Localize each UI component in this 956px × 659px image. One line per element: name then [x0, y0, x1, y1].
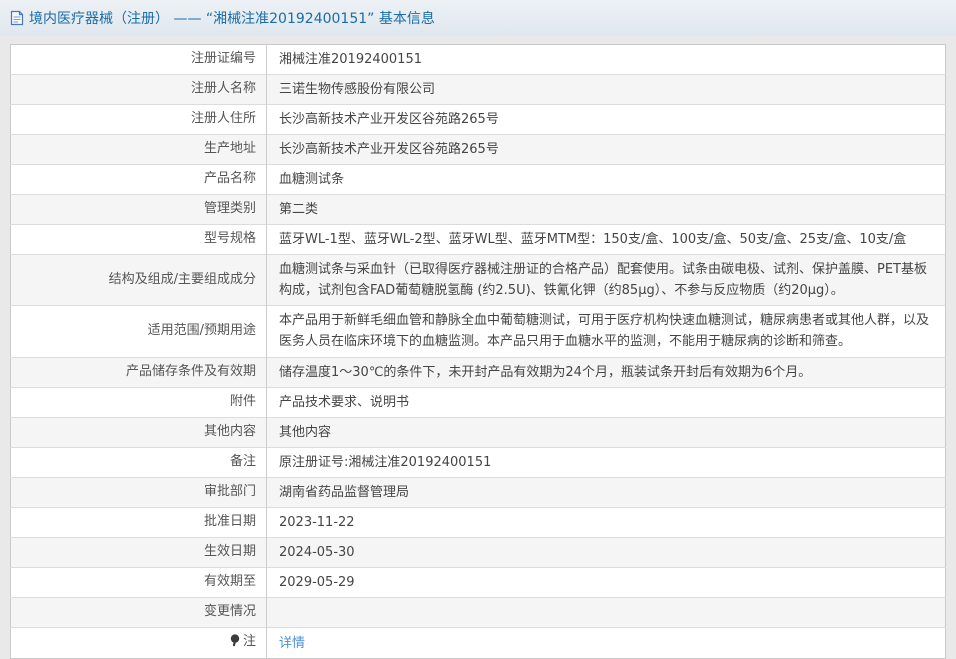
row-label: 结构及组成/主要组成成分	[108, 271, 256, 287]
table-row: 管理类别 第二类	[10, 194, 946, 225]
page-header: 境内医疗器械（注册） —— “湘械注准20192400151” 基本信息	[0, 0, 956, 36]
row-value: 其他内容	[279, 424, 332, 440]
row-value: 长沙高新技术产业开发区谷苑路265号	[279, 142, 499, 158]
row-value: 2024-05-30	[279, 544, 355, 560]
row-label: 注册证编号	[190, 51, 256, 67]
table-row: 变更情况	[10, 597, 946, 628]
row-value: 血糖测试条与采血针（已取得医疗器械注册证的合格产品）配套使用。试条由碳电极、试剂…	[279, 262, 927, 299]
row-label: 备注	[229, 453, 256, 469]
row-value: 三诺生物传感股份有限公司	[279, 82, 436, 98]
row-label: 附件	[229, 393, 256, 409]
row-label: 审批部门	[203, 483, 256, 499]
row-value: 第二类	[279, 202, 319, 218]
row-value: 长沙高新技术产业开发区谷苑路265号	[279, 112, 499, 128]
row-value: 储存温度1～30℃的条件下，未开封产品有效期为24个月，瓶装试条开封后有效期为6…	[279, 364, 812, 380]
table-row: 备注 原注册证号:湘械注准20192400151	[10, 447, 946, 478]
row-value: 蓝牙WL-1型、蓝牙WL-2型、蓝牙WL型、蓝牙MTM型：150支/盒、100支…	[279, 232, 907, 248]
note-pin-icon	[230, 634, 240, 655]
row-label: 批准日期	[203, 513, 256, 529]
table-row: 其他内容 其他内容	[10, 417, 946, 448]
row-label: 注	[242, 633, 256, 649]
table-row: 注册证编号 湘械注准20192400151	[10, 44, 946, 75]
row-value: 湘械注准20192400151	[279, 52, 422, 67]
registration-info-table-wrap: 注册证编号 湘械注准20192400151 注册人名称 三诺生物传感股份有限公司…	[10, 44, 946, 659]
row-value: 本产品用于新鲜毛细血管和静脉全血中葡萄糖测试，可用于医疗机构快速血糖测试，糖尿病…	[279, 313, 930, 350]
table-row: 生产地址 长沙高新技术产业开发区谷苑路265号	[10, 134, 946, 165]
page-title: 境内医疗器械（注册） —— “湘械注准20192400151” 基本信息	[29, 11, 435, 27]
row-label: 产品储存条件及有效期	[125, 363, 256, 379]
row-label: 型号规格	[203, 231, 256, 247]
row-value: 湖南省药品监督管理局	[279, 484, 410, 500]
document-icon	[10, 10, 24, 26]
table-row: 适用范围/预期用途 本产品用于新鲜毛细血管和静脉全血中葡萄糖测试，可用于医疗机构…	[10, 305, 946, 358]
table-row: 生效日期 2024-05-30	[10, 537, 946, 568]
table-row: 注册人住所 长沙高新技术产业开发区谷苑路265号	[10, 104, 946, 135]
table-row: 产品名称 血糖测试条	[10, 164, 946, 195]
row-value: 2029-05-29	[279, 574, 355, 590]
table-row: 注 详情	[10, 627, 946, 659]
row-value: 血糖测试条	[279, 172, 345, 188]
info-table-body: 注册证编号 湘械注准20192400151 注册人名称 三诺生物传感股份有限公司…	[10, 44, 946, 659]
registration-info-table: 注册证编号 湘械注准20192400151 注册人名称 三诺生物传感股份有限公司…	[10, 44, 946, 659]
table-row: 型号规格 蓝牙WL-1型、蓝牙WL-2型、蓝牙WL型、蓝牙MTM型：150支/盒…	[10, 224, 946, 255]
table-row: 产品储存条件及有效期 储存温度1～30℃的条件下，未开封产品有效期为24个月，瓶…	[10, 357, 946, 388]
table-row: 批准日期 2023-11-22	[10, 507, 946, 538]
table-row: 附件 产品技术要求、说明书	[10, 387, 946, 418]
row-label: 变更情况	[203, 603, 256, 619]
row-label: 适用范围/预期用途	[147, 323, 256, 339]
row-value: 2023-11-22	[279, 514, 355, 530]
row-label: 注册人住所	[190, 111, 256, 127]
row-value: 原注册证号:湘械注准20192400151	[279, 454, 492, 470]
table-row: 结构及组成/主要组成成分 血糖测试条与采血针（已取得医疗器械注册证的合格产品）配…	[10, 254, 946, 306]
row-label: 管理类别	[203, 201, 256, 217]
details-link[interactable]: 详情	[279, 636, 305, 651]
row-label: 其他内容	[203, 423, 256, 439]
row-label: 注册人名称	[190, 81, 256, 97]
table-row: 注册人名称 三诺生物传感股份有限公司	[10, 74, 946, 105]
row-label: 有效期至	[203, 573, 256, 589]
row-label: 产品名称	[203, 171, 256, 187]
row-label: 生产地址	[203, 141, 256, 157]
table-row: 审批部门 湖南省药品监督管理局	[10, 477, 946, 508]
row-label: 生效日期	[203, 543, 256, 559]
table-row: 有效期至 2029-05-29	[10, 567, 946, 598]
row-value: 产品技术要求、说明书	[279, 394, 410, 410]
